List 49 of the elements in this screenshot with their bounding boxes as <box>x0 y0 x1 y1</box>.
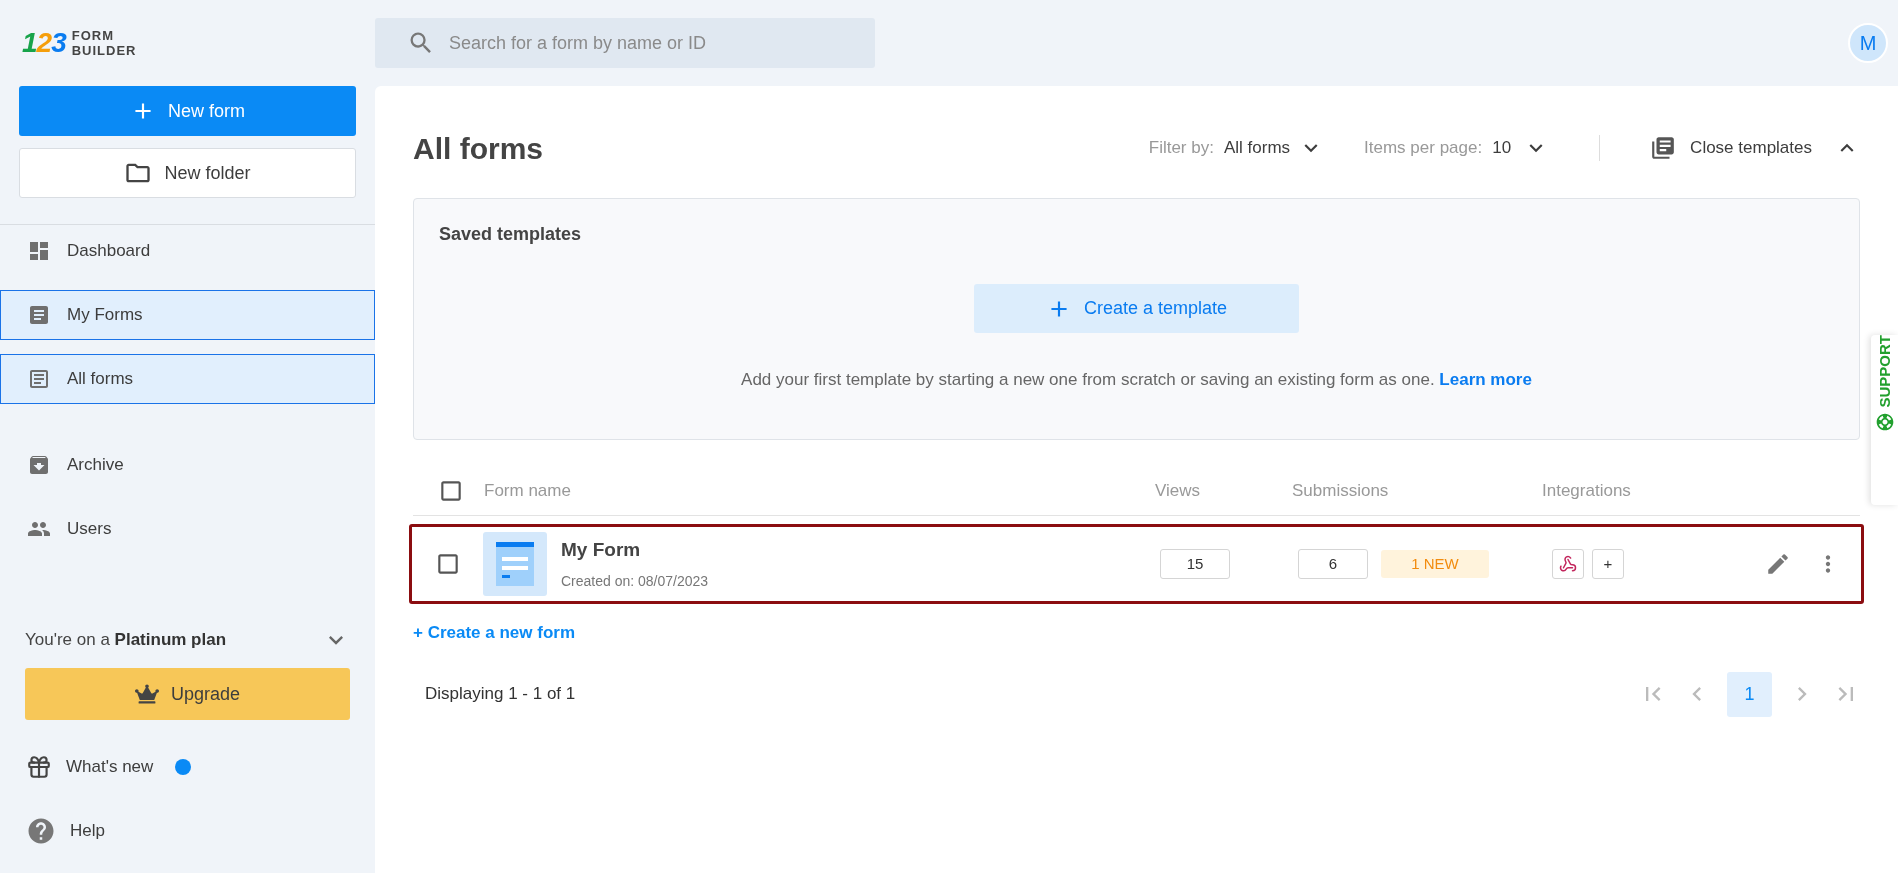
form-preview-icon <box>496 542 534 586</box>
items-per-page-dropdown[interactable]: 10 <box>1492 135 1550 161</box>
support-icon <box>1874 411 1895 432</box>
webhook-icon <box>1559 555 1577 573</box>
row-checkbox[interactable] <box>435 551 461 577</box>
templates-icon <box>1650 135 1677 161</box>
section-title: Saved templates <box>439 223 583 246</box>
upgrade-button[interactable]: Upgrade <box>25 668 350 720</box>
page-title: All forms <box>413 130 545 167</box>
dashboard-icon <box>27 239 51 263</box>
learn-more-link[interactable]: Learn more <box>1439 370 1532 389</box>
archive-icon <box>27 453 51 477</box>
sidebar-item[interactable]: All forms <box>0 354 375 404</box>
edit-icon[interactable] <box>1765 551 1791 577</box>
document-icon <box>27 367 51 391</box>
filter-label: Filter by: <box>1148 137 1214 160</box>
sidebar-item[interactable]: Users <box>0 504 375 554</box>
form-name[interactable]: My Form <box>561 536 1160 565</box>
add-integration-button[interactable]: + <box>1592 549 1624 579</box>
new-folder-button[interactable]: New folder <box>19 148 356 198</box>
pagination-summary: Displaying 1 - 1 of 1 <box>425 683 577 706</box>
search-field[interactable]: Search for a form by name or ID <box>375 18 875 68</box>
views-count: 15 <box>1160 549 1230 579</box>
created-date: Created on: 08/07/2023 <box>561 571 710 591</box>
templates-hint: Add your first template by starting a new one from scratch or saving an existing form as one. Learn more <box>740 369 1533 391</box>
column-header: Integrations <box>1542 479 1631 502</box>
create-new-form-link[interactable]: + Create a new form <box>413 620 576 646</box>
support-label: SUPPORT <box>1877 335 1892 408</box>
new-submissions-badge: 1 NEW <box>1381 550 1489 578</box>
filter-dropdown[interactable]: All forms <box>1223 135 1325 161</box>
column-header: Views <box>1155 479 1202 502</box>
sidebar-item[interactable]: My Forms <box>0 290 375 340</box>
gift-icon <box>26 754 52 780</box>
column-header: Submissions <box>1292 479 1390 502</box>
whats-new-link[interactable]: What's new <box>66 754 154 780</box>
form-row[interactable]: My Form Created on: 08/07/2023 15 6 1 NEW + <box>409 524 1864 604</box>
column-header: Form name <box>484 479 572 502</box>
help-icon <box>26 816 56 846</box>
document-icon <box>27 303 51 327</box>
sidebar-item[interactable]: Dashboard <box>0 226 375 276</box>
crown-icon <box>134 684 159 704</box>
help-link[interactable]: Help <box>70 818 105 844</box>
webhook-button[interactable] <box>1552 549 1584 579</box>
sidebar-item[interactable]: Archive <box>0 440 375 490</box>
submissions-count: 6 <box>1298 549 1368 579</box>
close-templates-button[interactable]: Close templates <box>1650 135 1860 161</box>
plan-info: You're on a Platinum plan <box>25 629 227 652</box>
items-per-page-label: Items per page: <box>1364 137 1483 160</box>
new-form-button[interactable]: New form <box>19 86 356 136</box>
